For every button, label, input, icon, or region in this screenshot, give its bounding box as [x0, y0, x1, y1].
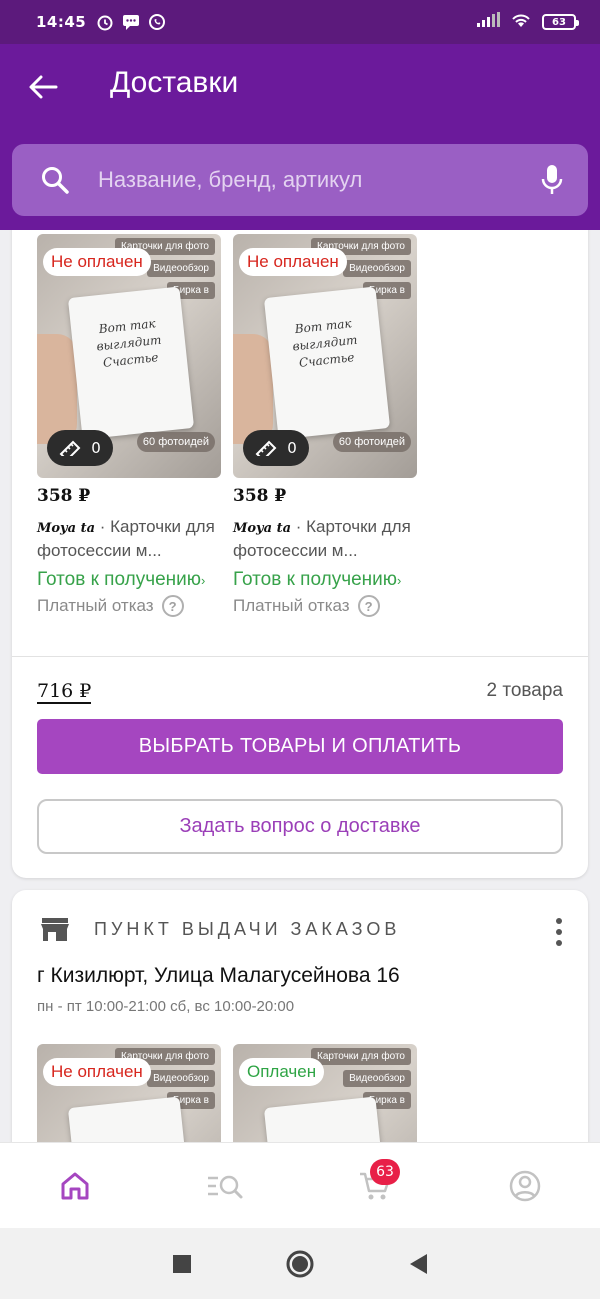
paid-refusal-label: Платный отказ — [37, 596, 154, 615]
microphone-icon[interactable] — [538, 163, 566, 197]
size-count: 0 — [287, 439, 297, 457]
ask-question-button[interactable]: Задать вопрос о доставке — [37, 799, 563, 854]
battery-icon: 63 — [542, 14, 579, 30]
chevron-right-icon: › — [201, 573, 206, 588]
product-card[interactable]: Карточки для фото Видеообзор Бирка в Опл… — [233, 1044, 417, 1142]
image-label: Видеообзор — [147, 1070, 215, 1087]
ruler-icon — [59, 440, 81, 456]
store-icon — [41, 918, 69, 941]
message-icon — [122, 13, 140, 31]
size-count: 0 — [91, 439, 101, 457]
nav-home[interactable] — [0, 1143, 150, 1228]
signal-icon — [476, 12, 500, 32]
product-price: 358 ₽ — [37, 486, 91, 506]
system-nav-bar — [0, 1228, 600, 1299]
circle-icon — [286, 1250, 314, 1277]
wifi-icon — [510, 12, 532, 32]
delivery-card: Карточки для фото Видеообзор Бирка в Вот… — [12, 230, 588, 878]
arrow-left-icon — [29, 75, 58, 99]
nav-cart[interactable]: 63 — [300, 1143, 450, 1228]
product-price: 358 ₽ — [233, 486, 287, 506]
home-system-button[interactable] — [285, 1249, 315, 1279]
deliveries-list[interactable]: Карточки для фото Видеообзор Бирка в Вот… — [0, 230, 600, 1142]
page-title: Доставки — [110, 66, 239, 99]
size-badge[interactable]: 0 — [47, 430, 113, 466]
catalog-search-icon — [208, 1175, 243, 1198]
product-photo-hand — [37, 334, 77, 444]
delivery-card: ПУНКТ ВЫДАЧИ ЗАКАЗОВ г Кизилюрт, Улица М… — [12, 890, 588, 1142]
size-badge[interactable]: 0 — [243, 430, 309, 466]
back-button[interactable] — [26, 70, 60, 104]
bottom-nav: 63 — [0, 1142, 600, 1228]
select-and-pay-button[interactable]: ВЫБРАТЬ ТОВАРЫ И ОПЛАТИТЬ — [37, 719, 563, 774]
product-image[interactable]: Карточки для фото Видеообзор Бирка в Вот… — [37, 234, 221, 478]
help-icon[interactable]: ? — [357, 595, 380, 617]
search-input[interactable] — [98, 167, 538, 193]
cart-count-badge: 63 — [370, 1159, 400, 1185]
product-image[interactable]: Карточки для фото Видеообзор Бирка в Вот… — [233, 234, 417, 478]
help-icon[interactable]: ? — [161, 595, 184, 617]
profile-icon — [509, 1170, 541, 1201]
product-name[interactable]: Moya ta · Карточки для фотосессии м... — [233, 516, 417, 562]
payment-status-badge: Не оплачен — [239, 248, 347, 276]
more-vertical-icon[interactable] — [554, 918, 564, 946]
product-brand: Moya ta — [233, 521, 291, 536]
pickup-header: ПУНКТ ВЫДАЧИ ЗАКАЗОВ — [40, 914, 400, 944]
product-brand: Moya ta — [37, 521, 95, 536]
home-icon — [61, 1172, 89, 1199]
product-photo-card — [67, 1096, 195, 1142]
status-time: 14:45 — [36, 13, 87, 31]
square-icon — [173, 1254, 191, 1273]
nav-profile[interactable] — [450, 1143, 600, 1228]
ready-status: Готов к получению — [37, 569, 202, 590]
image-label: 60 фотоидей — [136, 432, 215, 452]
product-card[interactable]: Карточки для фото Видеообзор Бирка в Вот… — [233, 234, 417, 617]
product-image[interactable]: Карточки для фото Видеообзор Бирка в Опл… — [233, 1044, 417, 1142]
product-photo-text: Вот так выглядит Счастье — [291, 316, 359, 370]
paid-refusal: Платный отказ? — [37, 595, 221, 617]
app-header: Доставки — [0, 44, 600, 230]
search-bar[interactable] — [12, 144, 588, 216]
product-photo-card: Вот так выглядит Счастье — [67, 286, 195, 440]
status-right-icons: 63 — [476, 12, 579, 32]
ready-status: Готов к получению — [233, 569, 398, 590]
paid-refusal: Платный отказ? — [233, 595, 417, 617]
ruler-icon — [255, 440, 277, 456]
divider — [12, 656, 588, 657]
image-label: Видеообзор — [147, 260, 215, 277]
alarm-icon — [96, 13, 114, 31]
image-label: Карточки для фото — [311, 1048, 411, 1065]
product-card[interactable]: Карточки для фото Видеообзор Бирка в Вот… — [37, 234, 221, 617]
product-photo-card: Вот так выглядит Счастье — [263, 286, 391, 440]
product-photo-card — [263, 1096, 391, 1142]
recents-button[interactable] — [171, 1253, 193, 1275]
product-card[interactable]: Карточки для фото Видеообзор Бирка в Не … — [37, 1044, 221, 1142]
payment-status-badge: Оплачен — [239, 1058, 325, 1086]
pickup-address: г Кизилюрт, Улица Малагусейнова 16 — [37, 964, 400, 987]
payment-status-badge: Не оплачен — [43, 248, 151, 276]
search-icon — [42, 167, 69, 194]
status-notification-icons — [96, 13, 166, 31]
items-count: 2 товара — [486, 680, 563, 701]
ready-status-link[interactable]: Готов к получению› — [233, 568, 417, 593]
status-bar: 14:45 63 — [0, 0, 600, 44]
pickup-label: ПУНКТ ВЫДАЧИ ЗАКАЗОВ — [94, 918, 401, 939]
payment-status-badge: Не оплачен — [43, 1058, 151, 1086]
triangle-back-icon — [410, 1253, 427, 1274]
delivery-total: 716 ₽ — [37, 680, 92, 704]
pickup-hours: пн - пт 10:00-21:00 сб, вс 10:00-20:00 — [37, 998, 295, 1015]
back-system-button[interactable] — [407, 1252, 429, 1276]
image-label: Видеообзор — [343, 260, 411, 277]
chevron-right-icon: › — [397, 573, 402, 588]
whatsapp-icon — [148, 13, 166, 31]
product-name[interactable]: Moya ta · Карточки для фотосессии м... — [37, 516, 221, 562]
product-image[interactable]: Карточки для фото Видеообзор Бирка в Не … — [37, 1044, 221, 1142]
product-photo-hand — [233, 334, 273, 444]
paid-refusal-label: Платный отказ — [233, 596, 350, 615]
image-label: 60 фотоидей — [332, 432, 411, 452]
product-photo-text: Вот так выглядит Счастье — [95, 316, 163, 370]
nav-catalog[interactable] — [150, 1143, 300, 1228]
image-label: Видеообзор — [343, 1070, 411, 1087]
ready-status-link[interactable]: Готов к получению› — [37, 568, 221, 593]
